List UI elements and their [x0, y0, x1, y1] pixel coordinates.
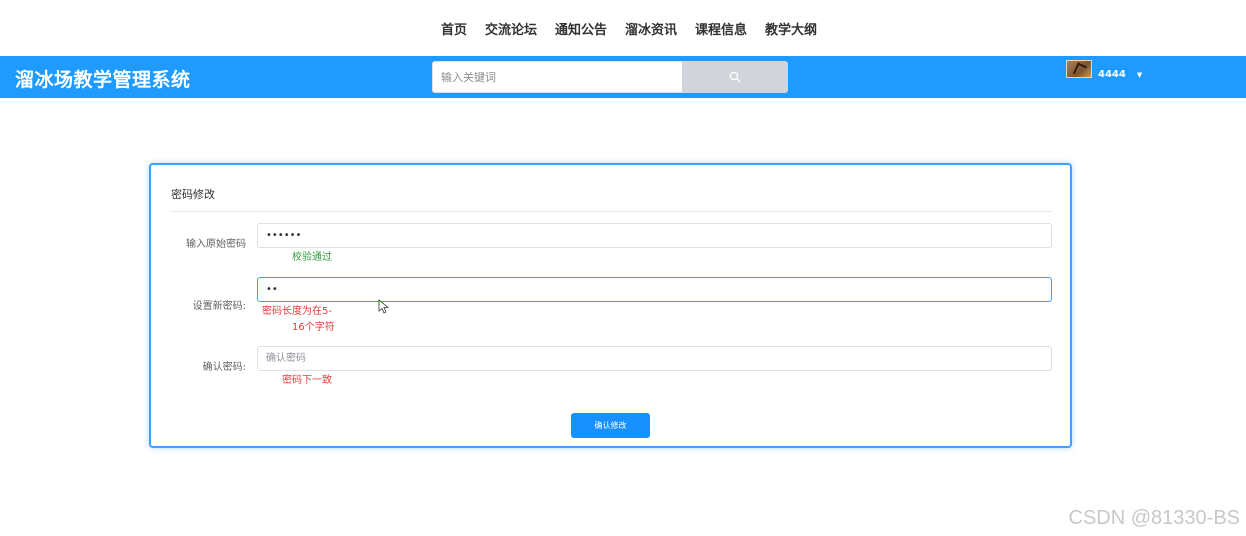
divider: [171, 211, 1052, 212]
nav-forum[interactable]: 交流论坛: [485, 19, 537, 38]
nav-courses[interactable]: 课程信息: [695, 19, 747, 38]
password-card: 密码修改 输入原始密码 校验通过 设置新密码: 密码长度为在5- 16个字符 确…: [149, 163, 1072, 448]
confirm-password-error-message: 密码下一致: [282, 375, 332, 386]
confirm-password-label: 确认密码:: [202, 362, 246, 373]
mouse-cursor-icon: [378, 299, 390, 314]
nav-syllabus[interactable]: 教学大纲: [765, 19, 817, 38]
nav-news[interactable]: 溜冰资讯: [625, 19, 677, 38]
top-nav: 首页 交流论坛 通知公告 溜冰资讯 课程信息 教学大纲: [0, 0, 1246, 56]
avatar[interactable]: [1066, 60, 1092, 78]
new-password-input[interactable]: [257, 277, 1052, 302]
search-bar: [432, 61, 788, 93]
search-input[interactable]: [432, 61, 682, 93]
new-password-label: 设置新密码:: [192, 301, 246, 312]
search-icon: [729, 71, 741, 83]
card-title: 密码修改: [171, 188, 215, 201]
nav-notice[interactable]: 通知公告: [555, 19, 607, 38]
header-bar: 溜冰场教学管理系统 4444 ▼: [0, 56, 1246, 98]
confirm-password-input[interactable]: [257, 346, 1052, 371]
new-password-error-line1: 密码长度为在5-: [262, 306, 332, 317]
old-password-input[interactable]: [257, 223, 1052, 248]
nav-home[interactable]: 首页: [441, 19, 467, 38]
chevron-down-icon[interactable]: ▼: [1137, 71, 1142, 79]
username[interactable]: 4444: [1098, 69, 1126, 80]
watermark: CSDN @81330-BS: [1068, 507, 1240, 529]
user-menu[interactable]: 4444 ▼: [1066, 60, 1142, 80]
search-button[interactable]: [682, 61, 788, 93]
old-password-ok-message: 校验通过: [292, 252, 332, 263]
brand-title: 溜冰场教学管理系统: [15, 69, 191, 91]
old-password-label: 输入原始密码: [186, 239, 246, 250]
new-password-error-line2: 16个字符: [292, 322, 335, 333]
confirm-change-button[interactable]: 确认修改: [571, 413, 650, 438]
